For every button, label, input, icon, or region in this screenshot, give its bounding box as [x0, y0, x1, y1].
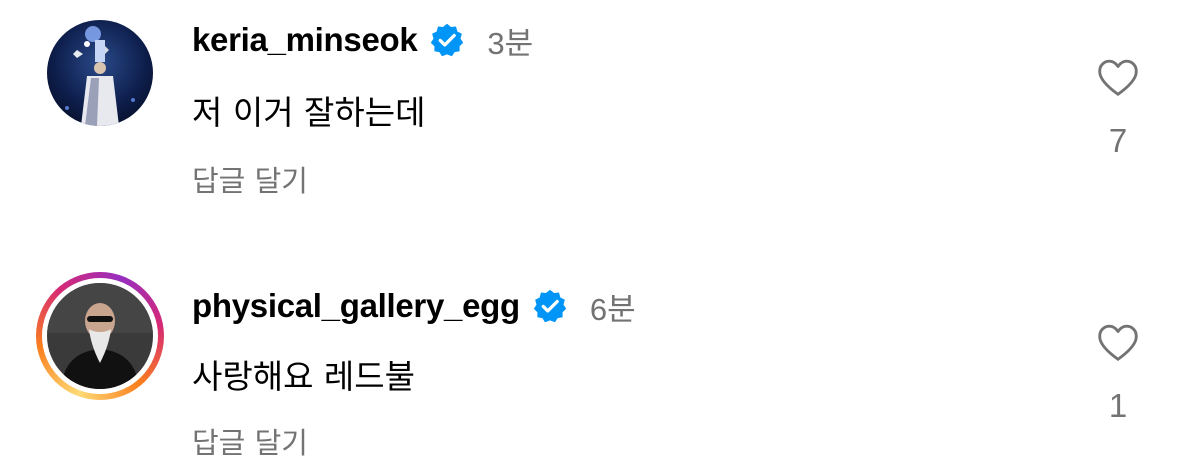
verified-badge-icon	[532, 288, 568, 324]
comment-text: 사랑해요 레드불	[192, 357, 416, 396]
timestamp: 3분	[487, 25, 534, 61]
comment-text: 저 이거 잘하는데	[192, 93, 426, 132]
like-button[interactable]	[1095, 55, 1141, 101]
username[interactable]: physical_gallery_egg	[192, 287, 520, 325]
avatar[interactable]	[47, 20, 153, 126]
timestamp: 6분	[589, 291, 636, 327]
avatar-image	[47, 283, 153, 389]
like-count: 7	[1108, 122, 1128, 159]
verified-badge-icon	[429, 22, 465, 58]
comments-list: keria_minseok 3분 저 이거 잘하는데 답글 달기 7 physi…	[0, 0, 1200, 476]
heart-outline-icon	[1095, 59, 1141, 105]
comment-header: keria_minseok 3분	[192, 18, 533, 62]
comment-item: physical_gallery_egg 6분 사랑해요 레드불 답글 달기 1	[0, 270, 1200, 470]
username[interactable]: keria_minseok	[192, 21, 418, 59]
comment-item: keria_minseok 3분 저 이거 잘하는데 답글 달기 7	[0, 0, 1200, 200]
heart-outline-icon	[1095, 324, 1141, 370]
avatar[interactable]	[47, 283, 153, 389]
like-button[interactable]	[1095, 320, 1141, 366]
reply-button[interactable]: 답글 달기	[192, 420, 308, 462]
avatar-image	[47, 20, 153, 126]
comment-header: physical_gallery_egg 6분	[192, 284, 636, 328]
like-count: 1	[1108, 387, 1128, 424]
reply-button[interactable]: 답글 달기	[192, 158, 308, 200]
